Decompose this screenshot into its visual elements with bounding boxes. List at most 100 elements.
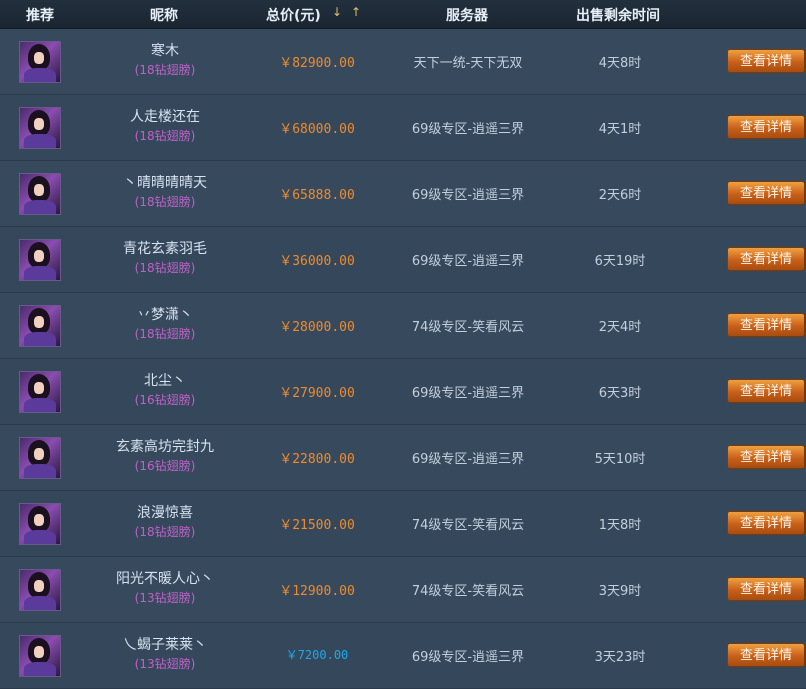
- sort-ascending-icon[interactable]: ↑: [351, 5, 361, 19]
- wing-tag: (13钻翅膀): [134, 591, 196, 605]
- view-details-button[interactable]: 查看详情: [727, 379, 805, 403]
- avatar-face: [34, 250, 44, 262]
- total-price: ￥82900.00: [279, 56, 355, 71]
- avatar-robe: [24, 596, 56, 610]
- avatar-face: [34, 316, 44, 328]
- wing-tag: (18钻翅膀): [134, 261, 196, 275]
- avatar-face: [34, 382, 44, 394]
- server-name: 69级专区-逍遥三界: [411, 254, 525, 269]
- total-price: ￥7200.00: [285, 648, 349, 662]
- view-details-button[interactable]: 查看详情: [727, 115, 805, 139]
- time-remaining: 6天19时: [594, 254, 646, 269]
- character-avatar[interactable]: [19, 437, 61, 479]
- total-price: ￥22800.00: [279, 452, 355, 467]
- header-server: 服务器: [446, 8, 488, 24]
- character-avatar[interactable]: [19, 635, 61, 677]
- time-remaining: 3天9时: [598, 584, 642, 599]
- view-details-button[interactable]: 查看详情: [727, 313, 805, 337]
- character-avatar[interactable]: [19, 239, 61, 281]
- server-name: 69级专区-逍遥三界: [411, 386, 525, 401]
- view-details-button[interactable]: 查看详情: [727, 445, 805, 469]
- time-remaining: 5天10时: [594, 452, 646, 467]
- avatar-face: [34, 580, 44, 592]
- server-name: 74级专区-笑看风云: [411, 320, 525, 335]
- character-name: 人走楼还在: [130, 109, 200, 125]
- avatar-face: [34, 52, 44, 64]
- time-remaining: 2天6时: [598, 188, 642, 203]
- avatar-face: [34, 646, 44, 658]
- avatar-face: [34, 118, 44, 130]
- time-remaining: 4天8时: [598, 56, 642, 71]
- total-price: ￥12900.00: [279, 584, 355, 599]
- view-details-button[interactable]: 查看详情: [727, 577, 805, 601]
- server-name: 69级专区-逍遥三界: [411, 122, 525, 137]
- character-avatar[interactable]: [19, 41, 61, 83]
- table-row: 人走楼还在 (18钻翅膀) ￥68000.00 69级专区-逍遥三界 4天1时 查看详情: [0, 95, 806, 161]
- view-details-button[interactable]: 查看详情: [727, 247, 805, 271]
- character-name: 浪漫惊喜: [137, 505, 193, 521]
- server-name: 69级专区-逍遥三界: [411, 650, 525, 665]
- view-details-button[interactable]: 查看详情: [727, 181, 805, 205]
- time-remaining: 6天3时: [598, 386, 642, 401]
- server-name: 74级专区-笑看风云: [411, 584, 525, 599]
- table-row: 丶晴晴晴晴天 (18钻翅膀) ￥65888.00 69级专区-逍遥三界 2天6时 查看详情: [0, 161, 806, 227]
- avatar-robe: [24, 398, 56, 412]
- header-time-left: 出售剩余时间: [576, 8, 660, 24]
- table-row: 阳光不暖人心丶 (13钻翅膀) ￥12900.00 74级专区-笑看风云 3天9时 查看详…: [0, 557, 806, 623]
- view-details-button[interactable]: 查看详情: [727, 511, 805, 535]
- wing-tag: (13钻翅膀): [134, 657, 196, 671]
- table-header: 推荐 昵称 总价(元) ↓ ↑ 服务器 出售剩余时间: [0, 0, 806, 29]
- character-avatar[interactable]: [19, 503, 61, 545]
- table-row: 北尘丶 (16钻翅膀) ￥27900.00 69级专区-逍遥三界 6天3时 查看详情: [0, 359, 806, 425]
- character-name: 寒木: [151, 43, 179, 59]
- character-name: 丷梦潇丶: [137, 307, 193, 323]
- wing-tag: (18钻翅膀): [134, 525, 196, 539]
- wing-tag: (16钻翅膀): [134, 393, 196, 407]
- server-name: 天下一统-天下无双: [413, 56, 523, 71]
- view-details-button[interactable]: 查看详情: [727, 49, 805, 73]
- avatar-robe: [24, 464, 56, 478]
- table-row: 浪漫惊喜 (18钻翅膀) ￥21500.00 74级专区-笑看风云 1天8时 查看详情: [0, 491, 806, 557]
- server-name: 69级专区-逍遥三界: [411, 452, 525, 467]
- total-price: ￥36000.00: [279, 254, 355, 269]
- character-name: 玄素高坊完封九: [116, 439, 214, 455]
- time-remaining: 3天23时: [594, 650, 646, 665]
- character-avatar[interactable]: [19, 107, 61, 149]
- avatar-robe: [24, 200, 56, 214]
- character-name: 青花玄素羽毛: [123, 241, 207, 257]
- sort-descending-icon[interactable]: ↓: [332, 5, 342, 19]
- wing-tag: (18钻翅膀): [134, 195, 196, 209]
- avatar-face: [34, 184, 44, 196]
- avatar-robe: [24, 266, 56, 280]
- character-avatar[interactable]: [19, 305, 61, 347]
- avatar-robe: [24, 68, 56, 82]
- total-price: ￥65888.00: [279, 188, 355, 203]
- header-nickname: 昵称: [150, 8, 178, 24]
- avatar-robe: [24, 134, 56, 148]
- avatar-face: [34, 448, 44, 460]
- character-avatar[interactable]: [19, 569, 61, 611]
- time-remaining: 4天1时: [598, 122, 642, 137]
- total-price: ￥21500.00: [279, 518, 355, 533]
- time-remaining: 1天8时: [598, 518, 642, 533]
- table-row: 青花玄素羽毛 (18钻翅膀) ￥36000.00 69级专区-逍遥三界 6天19时 查看详…: [0, 227, 806, 293]
- table-row: 丷梦潇丶 (18钻翅膀) ￥28000.00 74级专区-笑看风云 2天4时 查看详情: [0, 293, 806, 359]
- character-name: 北尘丶: [144, 373, 186, 389]
- character-avatar[interactable]: [19, 371, 61, 413]
- avatar-face: [34, 514, 44, 526]
- table-row: 玄素高坊完封九 (16钻翅膀) ￥22800.00 69级专区-逍遥三界 5天10时 查看…: [0, 425, 806, 491]
- listing-table: 寒木 (18钻翅膀) ￥82900.00 天下一统-天下无双 4天8时 查看详情 人走楼还在…: [0, 29, 806, 689]
- view-details-button[interactable]: 查看详情: [727, 643, 805, 667]
- character-name: 丶晴晴晴晴天: [123, 175, 207, 191]
- avatar-robe: [24, 332, 56, 346]
- server-name: 74级专区-笑看风云: [411, 518, 525, 533]
- total-price: ￥68000.00: [279, 122, 355, 137]
- server-name: 69级专区-逍遥三界: [411, 188, 525, 203]
- header-total-price[interactable]: 总价(元): [266, 5, 321, 25]
- header-recommend: 推荐: [26, 8, 54, 24]
- table-row: 寒木 (18钻翅膀) ￥82900.00 天下一统-天下无双 4天8时 查看详情: [0, 29, 806, 95]
- time-remaining: 2天4时: [598, 320, 642, 335]
- character-name: 乀蝎子莱莱丶: [123, 637, 207, 653]
- character-avatar[interactable]: [19, 173, 61, 215]
- table-row: 乀蝎子莱莱丶 (13钻翅膀) ￥7200.00 69级专区-逍遥三界 3天23时 查看详情: [0, 623, 806, 689]
